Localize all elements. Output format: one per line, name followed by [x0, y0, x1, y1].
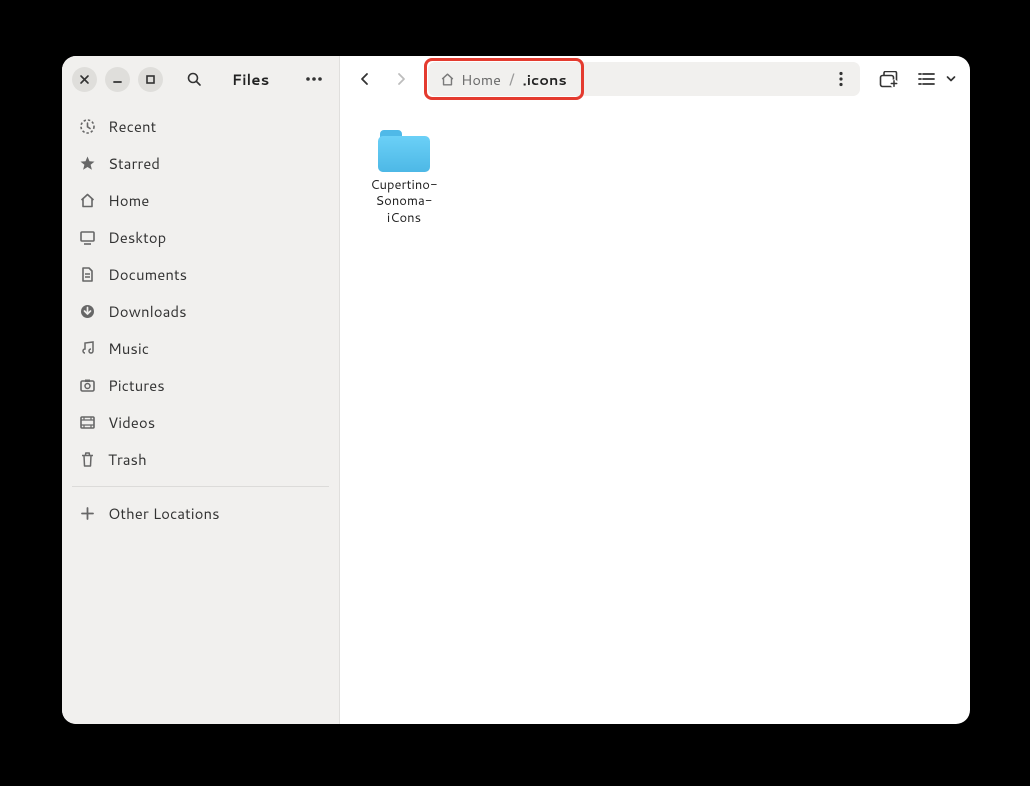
music-icon	[78, 340, 96, 358]
breadcrumb-label: Home	[461, 69, 501, 90]
sidebar-item-label: Desktop	[108, 227, 166, 248]
folder-icon	[378, 130, 430, 172]
new-tab-icon	[879, 71, 898, 88]
list-view-button[interactable]	[910, 63, 942, 95]
sidebar-item-label: Downloads	[108, 301, 187, 322]
file-label: Cupertino-Sonoma-iCons	[364, 177, 444, 226]
close-icon	[79, 74, 90, 85]
sidebar-item-videos[interactable]: Videos	[68, 404, 333, 441]
sidebar-item-home[interactable]: Home	[68, 182, 333, 219]
sidebar-item-label: Other Locations	[108, 503, 220, 524]
app-title: Files	[214, 69, 291, 90]
search-button[interactable]	[181, 67, 206, 92]
forward-button[interactable]	[386, 63, 416, 95]
home-icon	[78, 192, 96, 210]
breadcrumb-home[interactable]: Home	[434, 69, 507, 90]
sidebar-header: Files	[62, 56, 339, 102]
sidebar-item-label: Starred	[108, 153, 160, 174]
breadcrumb-separator: /	[507, 68, 517, 91]
downloads-icon	[78, 303, 96, 321]
sidebar-item-label: Music	[108, 338, 149, 359]
sidebar-item-label: Recent	[108, 116, 156, 137]
maximize-button[interactable]	[138, 67, 163, 92]
maximize-icon	[145, 74, 156, 85]
trash-icon	[78, 451, 96, 469]
close-button[interactable]	[72, 67, 97, 92]
breadcrumb-label: .icons	[523, 69, 567, 90]
breadcrumb-current[interactable]: .icons	[517, 69, 573, 90]
sidebar-item-label: Documents	[108, 264, 187, 285]
sidebar-item-label: Pictures	[108, 375, 165, 396]
view-switcher	[910, 63, 960, 95]
recent-icon	[78, 118, 96, 136]
sidebar-menu-button[interactable]	[299, 77, 329, 81]
sidebar-places: Recent Starred Home Desktop Documents Do…	[62, 102, 339, 724]
sidebar-item-recent[interactable]: Recent	[68, 108, 333, 145]
more-vert-icon	[839, 71, 843, 87]
sidebar-item-trash[interactable]: Trash	[68, 441, 333, 478]
search-icon	[186, 71, 202, 87]
sidebar-item-pictures[interactable]: Pictures	[68, 367, 333, 404]
folder-item[interactable]: Cupertino-Sonoma-iCons	[360, 126, 448, 230]
chevron-right-icon	[394, 72, 408, 86]
minimize-button[interactable]	[105, 67, 130, 92]
new-tab-button[interactable]	[872, 63, 904, 95]
file-manager-window: Files Recent Starred Home Desktop	[62, 56, 970, 724]
plus-icon	[78, 505, 96, 523]
chevron-down-icon	[946, 75, 956, 83]
sidebar-item-label: Videos	[108, 412, 155, 433]
sidebar-item-music[interactable]: Music	[68, 330, 333, 367]
list-icon	[918, 72, 935, 86]
home-icon	[440, 72, 455, 87]
back-button[interactable]	[350, 63, 380, 95]
sidebar-item-downloads[interactable]: Downloads	[68, 293, 333, 330]
sidebar-item-desktop[interactable]: Desktop	[68, 219, 333, 256]
file-contents[interactable]: Cupertino-Sonoma-iCons	[340, 102, 970, 724]
documents-icon	[78, 266, 96, 284]
minimize-icon	[112, 74, 123, 85]
sidebar-item-starred[interactable]: Starred	[68, 145, 333, 182]
toolbar: Home / .icons	[340, 56, 970, 102]
sidebar-item-label: Trash	[108, 449, 147, 470]
sidebar-item-documents[interactable]: Documents	[68, 256, 333, 293]
sidebar-item-other-locations[interactable]: Other Locations	[68, 495, 333, 532]
window-controls	[72, 67, 163, 92]
path-bar: Home / .icons	[428, 62, 860, 96]
main-panel: Home / .icons	[340, 56, 970, 724]
star-icon	[78, 155, 96, 173]
chevron-left-icon	[358, 72, 372, 86]
more-horiz-icon	[305, 77, 323, 81]
path-menu-button[interactable]	[828, 66, 854, 92]
videos-icon	[78, 414, 96, 432]
desktop-icon	[78, 229, 96, 247]
pictures-icon	[78, 377, 96, 395]
sidebar-item-label: Home	[108, 190, 149, 211]
sidebar-divider	[72, 486, 329, 487]
sidebar: Files Recent Starred Home Desktop	[62, 56, 340, 724]
view-dropdown-button[interactable]	[942, 63, 960, 95]
